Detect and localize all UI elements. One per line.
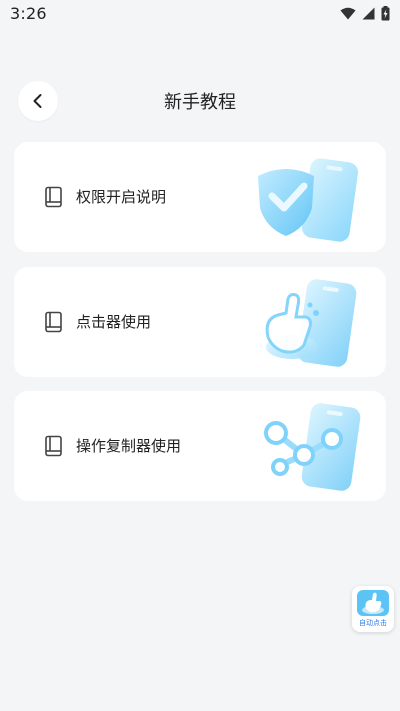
status-icons (340, 6, 390, 21)
auto-click-float-widget[interactable]: 自动点击 (352, 586, 394, 632)
tutorial-card-operation-copier[interactable]: 操作复制器使用 (14, 391, 386, 501)
book-icon (45, 311, 62, 333)
battery-icon (381, 6, 390, 21)
tutorial-card-permissions[interactable]: 权限开启说明 (14, 142, 386, 252)
card-label: 操作复制器使用 (76, 437, 182, 455)
tutorial-card-clicker[interactable]: 点击器使用 (14, 267, 386, 377)
auto-click-hand-icon (357, 590, 389, 616)
float-widget-label: 自动点击 (359, 619, 387, 627)
bottom-bar (0, 700, 400, 711)
status-time: 3:26 (10, 4, 47, 23)
page-title: 新手教程 (164, 92, 236, 113)
wifi-icon (340, 7, 356, 20)
connect-nodes-phone-illustration (264, 403, 361, 491)
card-label: 点击器使用 (76, 313, 152, 331)
book-icon (45, 186, 62, 208)
tap-hand-phone-illustration (265, 279, 357, 367)
card-label: 权限开启说明 (76, 188, 167, 206)
book-icon (45, 435, 62, 457)
shield-phone-illustration (258, 158, 359, 242)
status-bar: 3:26 (0, 0, 400, 28)
signal-icon (362, 7, 375, 20)
